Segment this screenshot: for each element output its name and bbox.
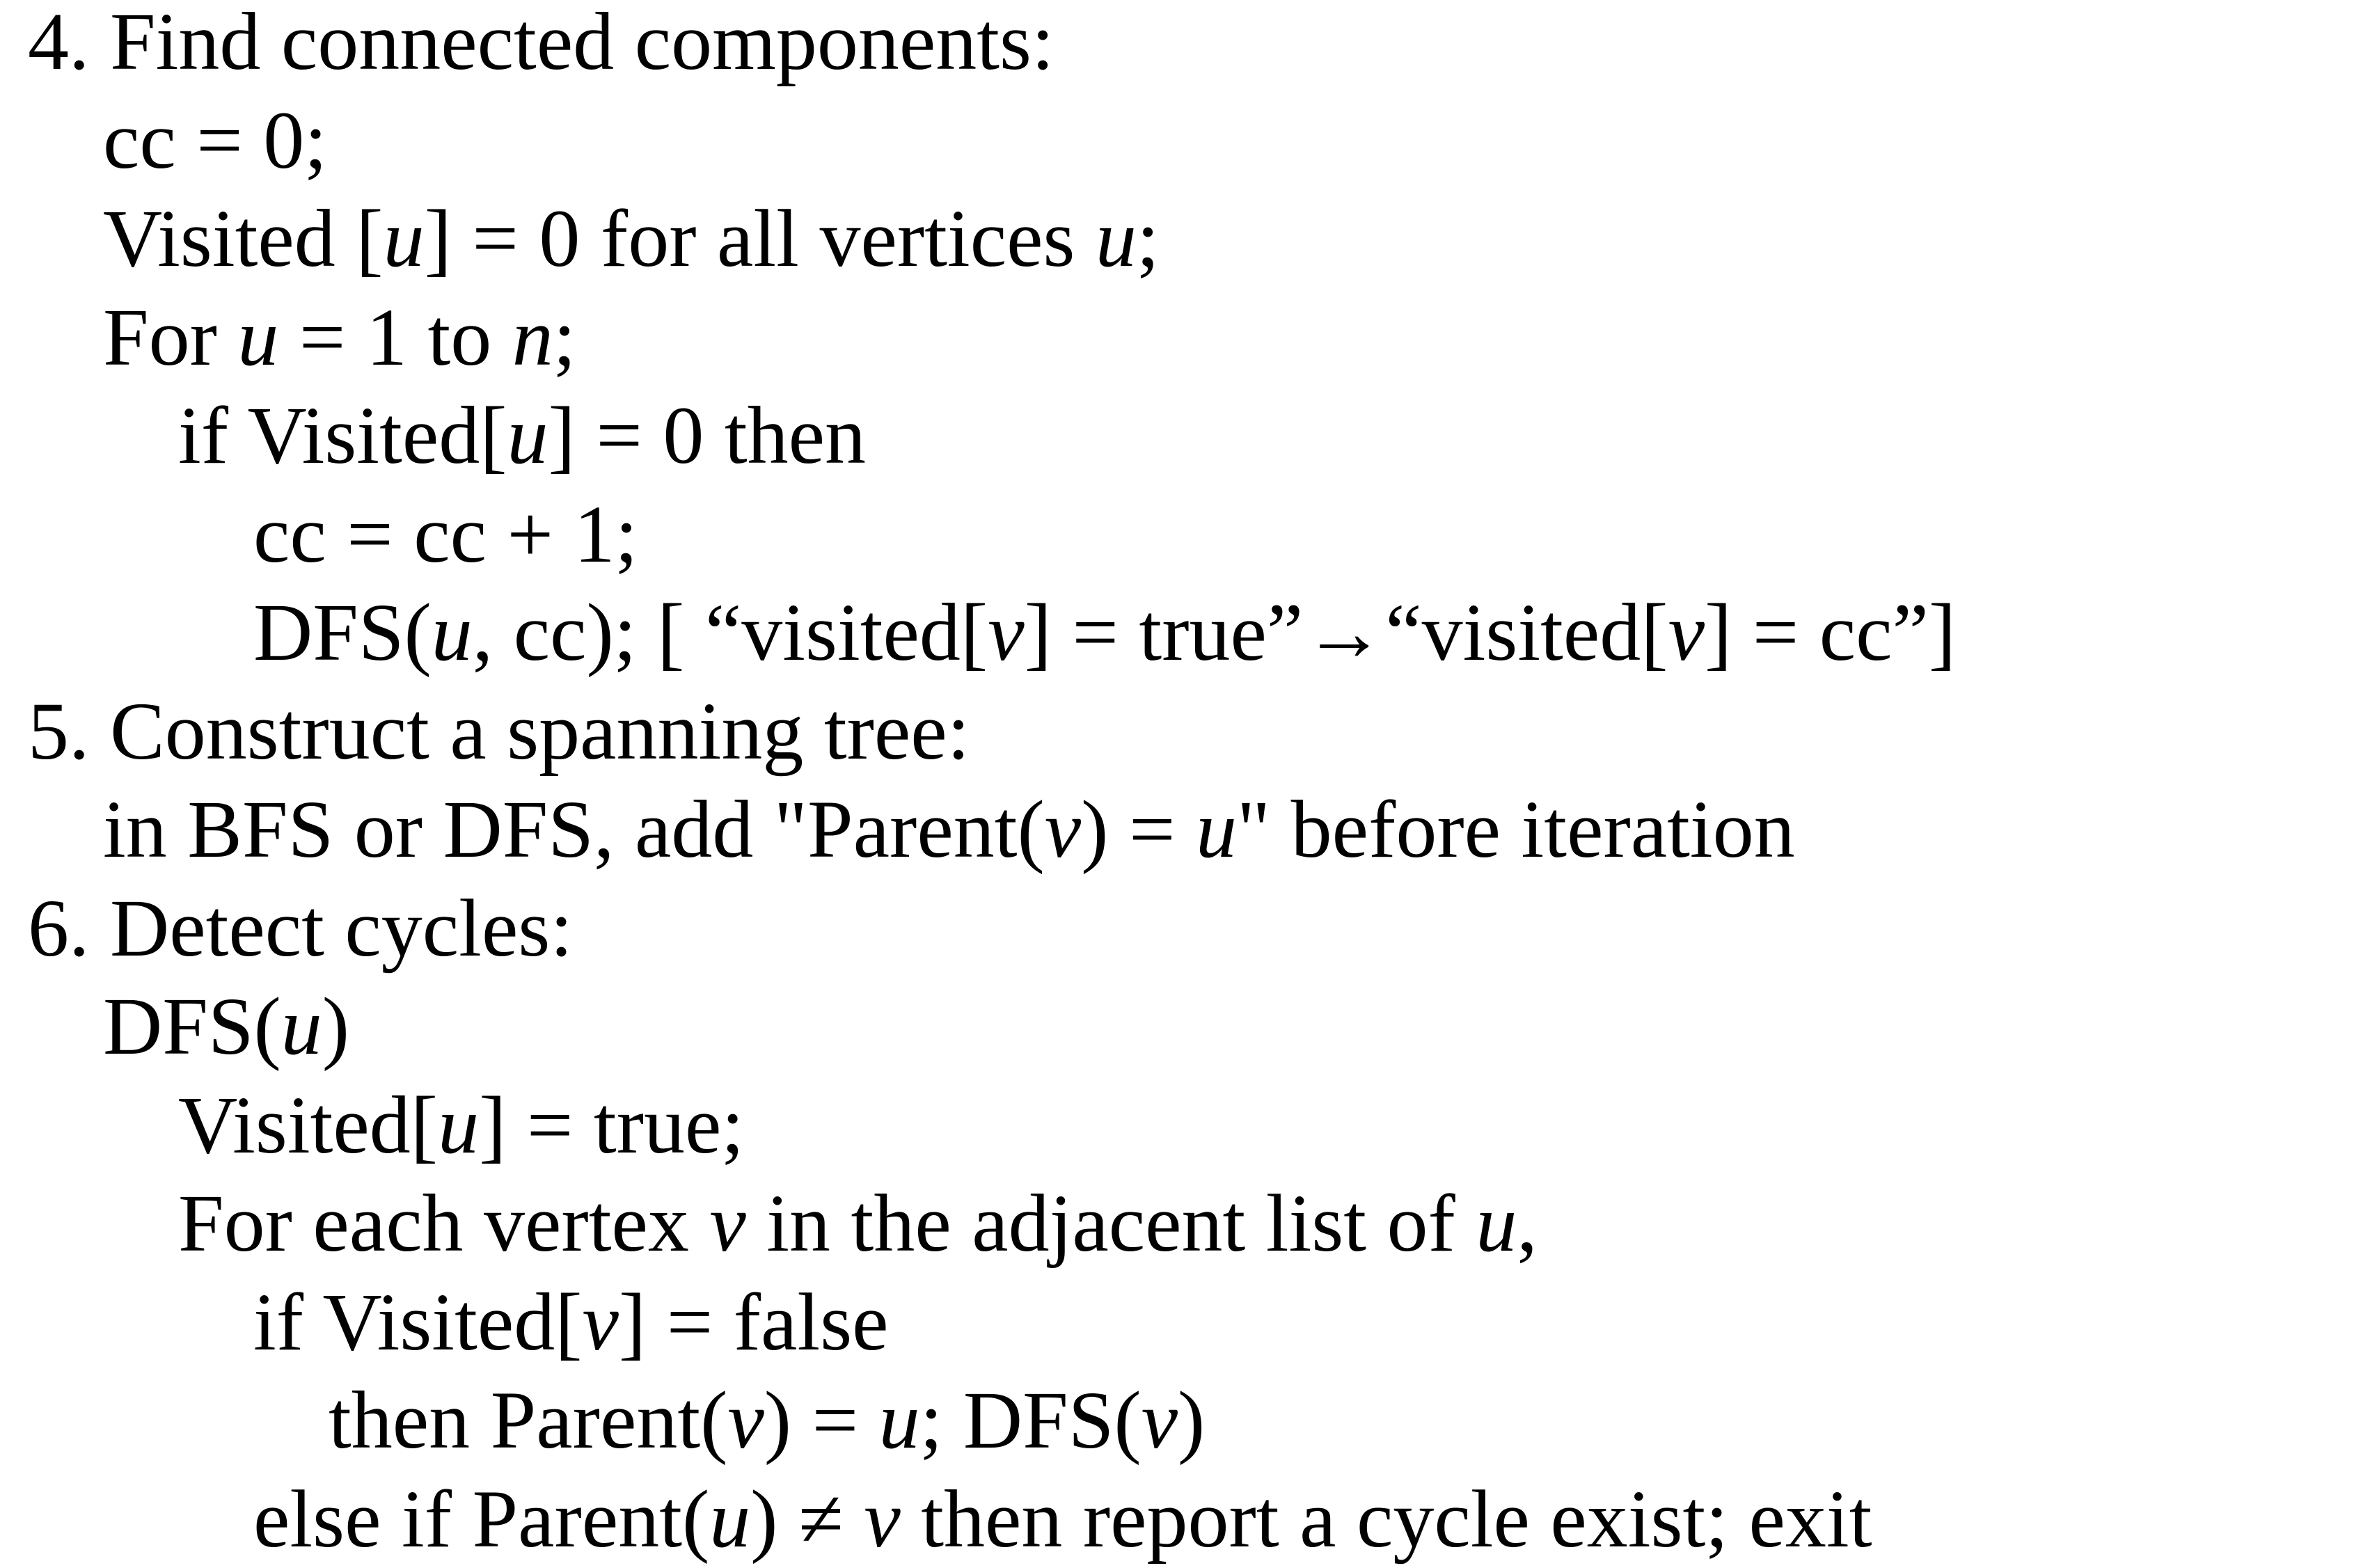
code-text: For each vertex (178, 1178, 710, 1269)
math-variable: u (878, 1375, 920, 1466)
code-text: ; (553, 291, 576, 383)
code-text: if Visited[ (178, 390, 507, 481)
pseudocode-line: if Visited[v] = false (0, 1274, 889, 1371)
code-text: cc = cc + 1; (253, 488, 638, 580)
code-text: ) = (764, 1375, 879, 1466)
pseudocode-line: 4. Find connected components: (0, 0, 1054, 90)
math-variable: n (512, 291, 553, 383)
math-variable: u (237, 291, 279, 383)
code-text: DFS( (103, 981, 281, 1072)
math-variable: v (988, 587, 1025, 678)
code-text: cc = 0; (103, 94, 328, 186)
code-text: DFS( (253, 587, 432, 678)
code-text: ] = cc”] (1704, 587, 1957, 678)
code-text: ) = (1081, 784, 1196, 875)
math-variable: u (281, 981, 322, 1072)
pseudocode-line: 5. Construct a spanning tree: (0, 683, 970, 780)
code-text: ) (322, 981, 350, 1072)
code-text: in BFS or DFS, add "Parent( (103, 784, 1045, 875)
pseudocode-line: For u = 1 to n; (0, 289, 576, 386)
pseudocode-line: if Visited[u] = 0 then (0, 387, 866, 484)
pseudocode-line: DFS(u, cc); [ “visited[v] = true”→“visit… (0, 584, 1956, 681)
pseudocode-line: in BFS or DFS, add "Parent(v) = u" befor… (0, 781, 1795, 878)
math-variable: v (709, 1178, 746, 1269)
code-text: 5. Construct a spanning tree: (28, 685, 970, 777)
math-variable: v (1668, 587, 1705, 678)
math-variable: v (1044, 784, 1082, 875)
code-text: 6. Detect cycles: (28, 882, 574, 974)
code-text: ] = false (618, 1276, 889, 1368)
code-text: ] = 0 then (548, 390, 867, 481)
pseudocode-document: 4. Find connected components: cc = 0; Visi… (0, 0, 2370, 1565)
math-variable: u (709, 1473, 751, 1565)
math-variable: u (1095, 193, 1137, 284)
code-text: = 1 to (278, 291, 512, 383)
math-variable: u (383, 193, 425, 284)
pseudocode-line: Visited[u] = true; (0, 1077, 744, 1174)
math-variable: v (864, 1473, 901, 1565)
pseudocode-line: Visited [u] = 0 for all vertices u; (0, 190, 1160, 287)
math-variable: u (1196, 784, 1238, 875)
math-variable: v (1141, 1375, 1178, 1466)
code-text: else if Parent( (253, 1473, 710, 1565)
pseudocode-line: cc = cc + 1; (0, 486, 638, 583)
math-variable: v (727, 1375, 764, 1466)
code-text: ; DFS( (919, 1375, 1141, 1466)
pseudocode-line: then Parent(v) = u; DFS(v) (0, 1372, 1205, 1469)
pseudocode-line: 6. Detect cycles: (0, 880, 573, 977)
code-text: then report a cycle exist; exit (900, 1473, 1872, 1565)
pseudocode-line: For each vertex v in the adjacent list o… (0, 1175, 1538, 1272)
code-text: , (1517, 1178, 1538, 1269)
code-text: ) ≠ (750, 1473, 864, 1565)
math-variable: u (507, 390, 548, 481)
math-variable: u (438, 1079, 480, 1171)
code-text: " before iteration (1237, 784, 1795, 875)
pseudocode-line: else if Parent(u) ≠ v then report a cycl… (0, 1471, 1872, 1568)
math-variable: v (582, 1276, 619, 1368)
code-text: then Parent( (329, 1375, 728, 1466)
math-variable: u (431, 587, 473, 678)
code-text: , cc); [ “visited[ (472, 587, 988, 678)
code-text: in the adjacent list of (745, 1178, 1476, 1269)
code-text: 4. Find connected components: (28, 0, 1054, 87)
code-text: ) (1178, 1375, 1206, 1466)
code-text: ; (1136, 193, 1160, 284)
math-variable: u (1476, 1178, 1517, 1269)
code-text: ] = true; (479, 1079, 745, 1171)
code-text: Visited[ (178, 1079, 439, 1171)
code-text: For (103, 291, 238, 383)
code-text: ] = 0 for all vertices (424, 193, 1096, 284)
code-text: if Visited[ (253, 1276, 583, 1368)
pseudocode-line: cc = 0; (0, 92, 327, 189)
code-text: Visited [ (103, 193, 384, 284)
code-text: ] = true”→“visited[ (1024, 587, 1668, 678)
pseudocode-line: DFS(u) (0, 978, 349, 1075)
